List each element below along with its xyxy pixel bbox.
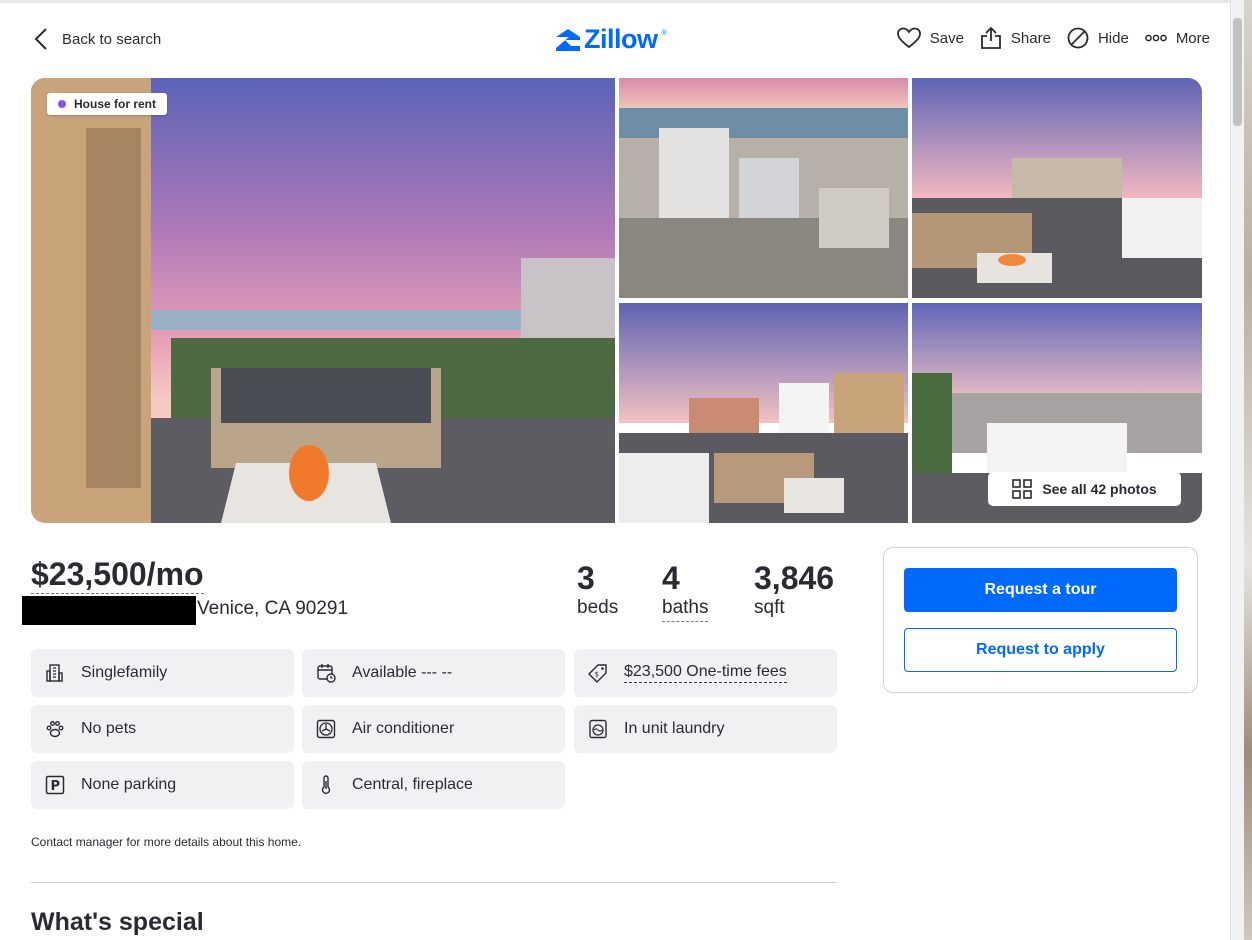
header-actions: Save Share Hide More [896, 27, 1210, 49]
main-photo[interactable] [31, 78, 615, 523]
badge-label: House for rent [74, 97, 157, 111]
hide-button[interactable]: Hide [1067, 27, 1129, 49]
scrollbar-track[interactable] [1230, 0, 1244, 940]
fact-parking: P None parking [31, 761, 294, 809]
parking-icon: P [44, 774, 66, 796]
fact-home-type: Singlefamily [31, 649, 294, 697]
request-apply-button[interactable]: Request to apply [904, 628, 1177, 672]
paw-icon [44, 718, 66, 740]
request-tour-button[interactable]: Request a tour [904, 568, 1177, 612]
fan-icon [315, 718, 337, 740]
fact-fees[interactable]: $ $23,500 One-time fees [574, 649, 837, 697]
more-button[interactable]: More [1144, 29, 1210, 47]
hide-icon [1067, 27, 1089, 49]
fact-heating: Central, fireplace [302, 761, 565, 809]
more-icon [1144, 34, 1167, 42]
share-icon [981, 27, 1001, 49]
scrollbar-thumb[interactable] [1233, 18, 1242, 126]
aerial-beach-view-image [619, 78, 908, 298]
section-divider [31, 882, 837, 883]
sqft-label: sqft [754, 597, 785, 618]
fact-text: Air conditioner [352, 720, 455, 737]
hide-label: Hide [1097, 29, 1129, 47]
adjacent-window-edge [1244, 0, 1252, 940]
price-tag-icon: $ [587, 662, 609, 684]
listing-type-badge: House for rent [47, 93, 168, 115]
fact-text: Singlefamily [81, 664, 168, 681]
fact-pets: No pets [31, 705, 294, 753]
svg-text:P: P [51, 779, 61, 794]
rooftop-lounge-image [912, 78, 1202, 298]
see-all-label: See all 42 photos [1042, 481, 1157, 497]
see-all-photos-button[interactable]: See all 42 photos [988, 472, 1181, 506]
share-label: Share [1010, 29, 1051, 47]
page-header: Back to search Zillow ® Save Share Hide … [0, 0, 1230, 78]
whats-special-heading: What's special [31, 908, 204, 936]
chevron-left-icon [34, 28, 47, 50]
more-label: More [1175, 29, 1210, 47]
contact-card: Request a tour Request to apply [883, 547, 1198, 693]
save-button[interactable]: Save [896, 27, 964, 49]
share-button[interactable]: Share [980, 27, 1051, 49]
baths-stat[interactable]: 4 baths [662, 560, 709, 622]
rooftop-sauna-image [619, 303, 908, 523]
fact-laundry: In unit laundry [574, 705, 837, 753]
gallery-photo-1[interactable] [619, 78, 908, 298]
sqft-value: 3,846 [754, 560, 835, 596]
fact-text: No pets [81, 720, 137, 737]
beds-label: beds [577, 597, 619, 618]
fact-text: In unit laundry [624, 720, 725, 737]
calendar-icon [315, 662, 337, 684]
logo-wordmark: Zillow [584, 24, 658, 54]
contact-manager-note: Contact manager for more details about t… [31, 835, 302, 849]
baths-label: baths [662, 597, 709, 622]
grid-icon [1012, 479, 1033, 499]
thermometer-icon [315, 774, 337, 796]
gallery-photo-2[interactable] [912, 78, 1202, 298]
fact-text: Central, fireplace [352, 776, 473, 793]
beds-value: 3 [577, 560, 595, 596]
svg-text:$: $ [595, 671, 599, 679]
back-to-search-link[interactable]: Back to search [34, 27, 161, 51]
back-label: Back to search [62, 30, 162, 48]
rent-price[interactable]: $23,500/mo [31, 556, 204, 594]
gallery-photo-3[interactable] [619, 303, 908, 523]
zillow-z-icon [556, 28, 580, 51]
fact-text: $23,500 One-time fees [624, 663, 787, 683]
beds-stat: 3 beds [577, 560, 618, 619]
fact-cooling: Air conditioner [302, 705, 565, 753]
status-dot-icon [58, 100, 66, 108]
washer-icon [587, 718, 609, 740]
sqft-stat: 3,846 sqft [754, 560, 834, 619]
save-label: Save [929, 29, 964, 47]
rooftop-deck-image [31, 78, 615, 523]
fact-availability: Available --- -- [302, 649, 565, 697]
fact-text: Available --- -- [352, 664, 453, 681]
redacted-street-address [22, 596, 196, 625]
heart-icon [896, 27, 921, 49]
zillow-logo[interactable]: Zillow ® [556, 24, 667, 55]
fact-text: None parking [81, 776, 177, 793]
building-icon [44, 662, 66, 684]
logo-trademark: ® [661, 30, 667, 37]
baths-value: 4 [662, 560, 680, 596]
photo-gallery [31, 78, 1202, 523]
address-text: Venice, CA 90291 [197, 598, 349, 619]
